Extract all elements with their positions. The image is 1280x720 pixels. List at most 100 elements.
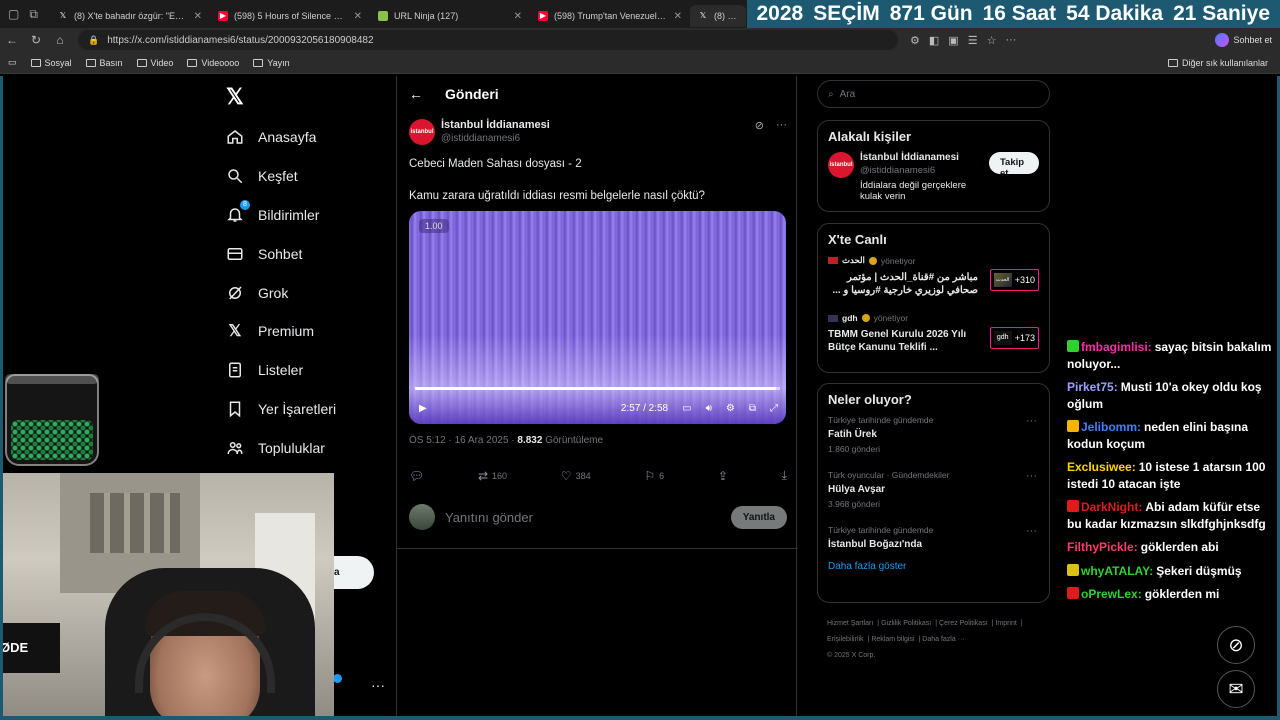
browser-tab[interactable]: ▶ (598) 5 Hours of Silence Being Ran ✕ (210, 5, 370, 27)
browser-tab-active[interactable]: 𝕏 (8) X'te İs (690, 5, 746, 27)
user-avatar (409, 504, 435, 530)
live-count-text: +310 (1014, 275, 1035, 285)
bookmark-folder[interactable]: Videoooo (187, 58, 239, 68)
follow-button[interactable]: Takip et (988, 152, 1039, 179)
play-icon[interactable]: ▶ (419, 403, 427, 414)
trend-item[interactable]: Türkiye tarihinde gündemde İstanbul Boğa… (818, 525, 1049, 559)
home-icon[interactable]: ⌂ (48, 33, 72, 47)
messages-float-button[interactable]: ✉ (1217, 670, 1255, 708)
url-field[interactable]: 🔒 https://x.com/istiddianamesi6/status/2… (78, 30, 898, 50)
sidebar-item-grok[interactable]: Grok (226, 273, 336, 312)
tab-actions-icon[interactable]: ⧉ (29, 7, 38, 22)
footer-link[interactable]: Imprint (995, 620, 1016, 627)
tab-close-icon[interactable]: ✕ (354, 11, 362, 22)
volume-icon[interactable]: 🔊︎ (706, 403, 712, 414)
sidebar-item-home[interactable]: Anasayfa (226, 118, 336, 157)
popout-icon[interactable]: ⧉ (749, 403, 756, 414)
grok-icon[interactable]: ⊘ (755, 119, 764, 145)
bookmarks-bar: ▭ Sosyal Basın Video Videoooo Yayın Diğe… (0, 52, 1280, 74)
author-handle[interactable]: @istiddianamesi6 (441, 133, 550, 144)
favorites-icon[interactable]: ☆ (987, 34, 997, 47)
back-arrow-icon[interactable]: ← (409, 86, 423, 102)
notification-badge: 8 (240, 199, 250, 210)
grok-float-button[interactable]: ⊘ (1217, 626, 1255, 664)
retweet-button[interactable]: ⇄ 160 (478, 468, 507, 483)
post-timestamp[interactable]: ÖS 5:12 · 16 Ara 2025 · (409, 435, 517, 446)
bookmark-button[interactable]: ⚐ 6 (644, 468, 664, 483)
tab-close-icon[interactable]: ✕ (674, 11, 682, 22)
sidebar-item-label: Topluluklar (258, 439, 325, 456)
live-thumbnail: gdh (993, 331, 1012, 345)
extension-icon[interactable]: ☰ (968, 34, 978, 47)
browser-tab[interactable]: ▶ (598) Trump'tan Venezuela'ya Sava ✕ (530, 5, 690, 27)
avatar[interactable]: istanbul (828, 152, 854, 178)
download-button[interactable]: ⤓ (782, 468, 787, 483)
footer-link[interactable]: Gizlilik Politikası (881, 620, 931, 627)
browser-tab[interactable]: URL Ninja (127) ✕ (370, 5, 530, 27)
bean-jar-overlay (5, 374, 99, 466)
other-bookmarks[interactable]: Diğer sık kullanılanlar (1167, 58, 1268, 68)
author-name[interactable]: İstanbul İddianamesi (441, 119, 550, 131)
footer-link[interactable]: Çerez Politikası (939, 620, 988, 627)
extension-icon[interactable]: ◧ (929, 34, 939, 47)
reply-submit-button[interactable]: Yanıtla (730, 505, 787, 529)
back-icon[interactable]: ← (0, 33, 24, 47)
trend-item[interactable]: Türkiye tarihinde gündemde Fatih Ürek 1.… (818, 415, 1049, 470)
extension-icon[interactable]: ▣ (948, 34, 958, 47)
footer-link[interactable]: Erişilebilirlik (827, 636, 864, 643)
captions-icon[interactable]: ▭ (682, 403, 691, 414)
footer-link[interactable]: Daha fazla ··· (922, 636, 964, 643)
bookmark-label: Basın (99, 57, 123, 68)
verified-icon (868, 256, 877, 265)
bookmark-label: Sosyal (44, 57, 72, 68)
settings-icon[interactable]: ⚙ (726, 403, 735, 414)
sidebar-item-communities[interactable]: Topluluklar (226, 428, 336, 467)
sidebar-item-premium[interactable]: 𝕏 Premium (226, 312, 336, 351)
post-tools: ⊘ ··· (755, 119, 787, 145)
related-person[interactable]: istanbul İstanbul İddianamesi @istiddian… (818, 152, 1049, 202)
workspace-icon[interactable]: ▢ (8, 7, 19, 22)
tab-close-icon[interactable]: ✕ (194, 11, 202, 22)
search-input[interactable]: ⌕ Ara (817, 80, 1050, 108)
extension-icon[interactable]: ⚙ (910, 34, 920, 47)
bookmark-folder[interactable]: Sosyal (30, 57, 72, 68)
live-item[interactable]: gdh yönetiyor TBMM Genel Kurulu 2026 Yılı… (818, 313, 1049, 371)
fullscreen-icon[interactable]: ⤢ (770, 403, 778, 414)
browser-tab[interactable]: 𝕏 (8) X'te bahadır özgür: "Ecrimisil cı … (50, 5, 210, 27)
tab-close-icon[interactable]: ✕ (514, 11, 522, 22)
sidebar-item-bookmarks[interactable]: Yer İşaretleri (226, 390, 336, 429)
more-icon[interactable]: ··· (776, 119, 787, 145)
footer-link[interactable]: Reklam bilgisi (871, 636, 914, 643)
chat-text: göklerden abi (1140, 540, 1219, 554)
sidebar-item-chat[interactable]: Sohbet (226, 234, 336, 273)
sidebar-item-explore[interactable]: Keşfet (226, 157, 336, 196)
post-button[interactable]: a (334, 556, 374, 589)
sidebar-item-lists[interactable]: Listeler (226, 351, 336, 390)
bookmarks-toggle-icon[interactable]: ▭ (8, 57, 17, 68)
more-icon[interactable]: ··· (1026, 415, 1037, 427)
more-icon[interactable]: ··· (1026, 470, 1037, 482)
more-icon[interactable]: ··· (1005, 34, 1016, 47)
bookmark-folder[interactable]: Basın (85, 57, 123, 68)
show-more-link[interactable]: Daha fazla göster (818, 559, 1049, 574)
bookmark-folder[interactable]: Yayın (253, 58, 290, 68)
reply-button[interactable]: 💬︎ (409, 468, 424, 483)
chat-message: oPrewLex: göklerden mi (1067, 586, 1277, 603)
share-button[interactable]: ⇪ (718, 468, 728, 483)
video-player[interactable]: 1.00 ▶ 2:57 / 2:58 ▭ 🔊︎ ⚙ ⧉ ⤢ (409, 211, 786, 424)
more-icon[interactable]: ··· (1026, 525, 1037, 537)
footer-link[interactable]: Hizmet Şartları (827, 620, 873, 627)
refresh-icon[interactable]: ↻ (24, 33, 48, 47)
bookmark-folder[interactable]: Video (136, 58, 173, 68)
copilot-chat-button[interactable]: Sohbet et (1215, 33, 1272, 47)
reply-input[interactable]: Yanıtını gönder (445, 510, 533, 525)
sidebar-item-notifications[interactable]: 8 Bildirimler (226, 196, 336, 235)
like-button[interactable]: ♡ 384 (561, 468, 591, 483)
account-more-icon[interactable]: ··· (371, 677, 385, 693)
x-logo-icon[interactable]: 𝕏 (226, 84, 244, 110)
video-progress-bar[interactable] (415, 387, 780, 390)
live-item[interactable]: الحدث yönetiyor مباشر من #قناة_الحدث | مؤ… (818, 255, 1049, 313)
avatar[interactable]: istanbul (409, 119, 435, 145)
trend-item[interactable]: Türk oyuncular · Gündemdekiler Hülya Avş… (818, 470, 1049, 525)
bookmark-icon (226, 400, 244, 418)
